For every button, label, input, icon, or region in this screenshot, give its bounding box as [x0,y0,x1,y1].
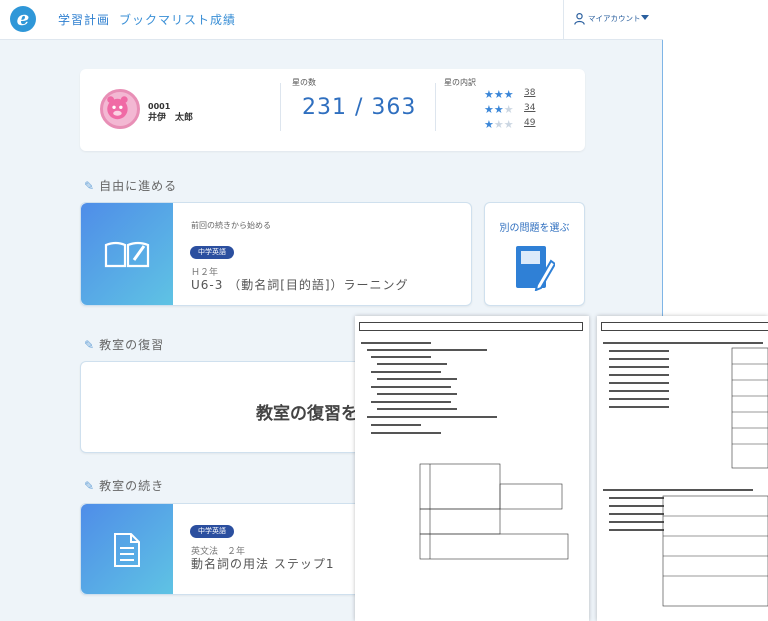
resume-lead: 前回の続きから始める [191,221,271,230]
section-continue-title: 教室の続き [99,479,165,493]
divider [435,83,436,131]
nav-bookmark-list[interactable]: ブックマリスト [119,11,210,28]
review-card[interactable]: 教室の復習を [80,361,365,453]
document-edit-icon [516,246,555,291]
star-count: 231 / 363 [302,95,417,120]
rating-count-3[interactable]: 38 [524,88,535,98]
account-menu[interactable]: マイアカウント [563,0,655,40]
choose-other-label: 別の問題を選ぶ [499,223,570,234]
choose-other-card[interactable]: 別の問題を選ぶ [484,202,585,306]
review-card-text: 教室の復習を [256,404,358,424]
worksheet-content [603,342,768,607]
star-breakdown-label: 星の内訳 [444,78,476,87]
rating-row-3: ★★★ 38 [484,88,535,102]
worksheet-content [361,342,569,560]
rating-count-2[interactable]: 34 [524,103,535,113]
account-label: マイアカウント [588,14,641,23]
student-name: 井伊 太郎 [148,113,194,123]
pencil-icon: ✎ [84,479,96,493]
rating-row-2: ★★★ 34 [484,103,535,117]
avatar [100,89,140,129]
unit-title: U6-3 （動名詞[目的語]）ラーニング [191,278,409,292]
star-count-label: 星の数 [292,78,316,87]
pencil-icon: ✎ [84,179,96,193]
rating-row-1: ★★★ 49 [484,118,535,132]
star-icon: ★★ [484,103,504,116]
worksheet-header [601,322,768,331]
user-icon [574,13,585,25]
star-empty-icon: ★ [503,103,514,116]
nav-grades[interactable]: 成績 [210,11,236,28]
section-free: ✎ 自由に進める [84,177,177,194]
resume-card[interactable]: 前回の続きから始める 中学英語 Ｈ２年 U6-3 （動名詞[目的語]）ラーニング [80,202,472,306]
chevron-down-icon [641,15,649,20]
subject-tag: 中学英語 [190,525,234,538]
top-navigation: e 学習計画 ブックマリスト 成績 マイアカウント [0,0,663,40]
divider [280,83,281,131]
unit-title: 動名詞の用法 ステップ1 [191,557,335,571]
book-icon [104,241,150,268]
subject-tag: 中学英語 [190,246,234,259]
section-continue: ✎ 教室の続き [84,477,164,494]
section-free-title: 自由に進める [99,179,178,193]
worksheet-preview-1 [355,316,589,621]
section-review-title: 教室の復習 [99,338,165,352]
worksheet-header [359,322,583,331]
continue-card[interactable]: 中学英語 英文法 ２年 動名詞の用法 ステップ1 [80,503,365,595]
section-review: ✎ 教室の復習 [84,336,164,353]
star-empty-icon: ★★ [493,118,514,131]
continue-card-banner [81,504,173,594]
rating-count-1[interactable]: 49 [524,118,535,128]
document-icon [114,533,140,567]
star-icon: ★ [484,118,494,131]
worksheet-preview-2 [597,316,768,621]
pencil-icon: ✎ [84,338,96,352]
logo[interactable]: e [10,6,36,32]
star-icon: ★★★ [484,88,514,101]
nav-study-plan[interactable]: 学習計画 [58,11,110,28]
student-stats-card: 0001 井伊 太郎 星の数 231 / 363 星の内訳 ★★★ 38 ★★★… [80,69,585,151]
resume-card-banner [81,203,173,305]
